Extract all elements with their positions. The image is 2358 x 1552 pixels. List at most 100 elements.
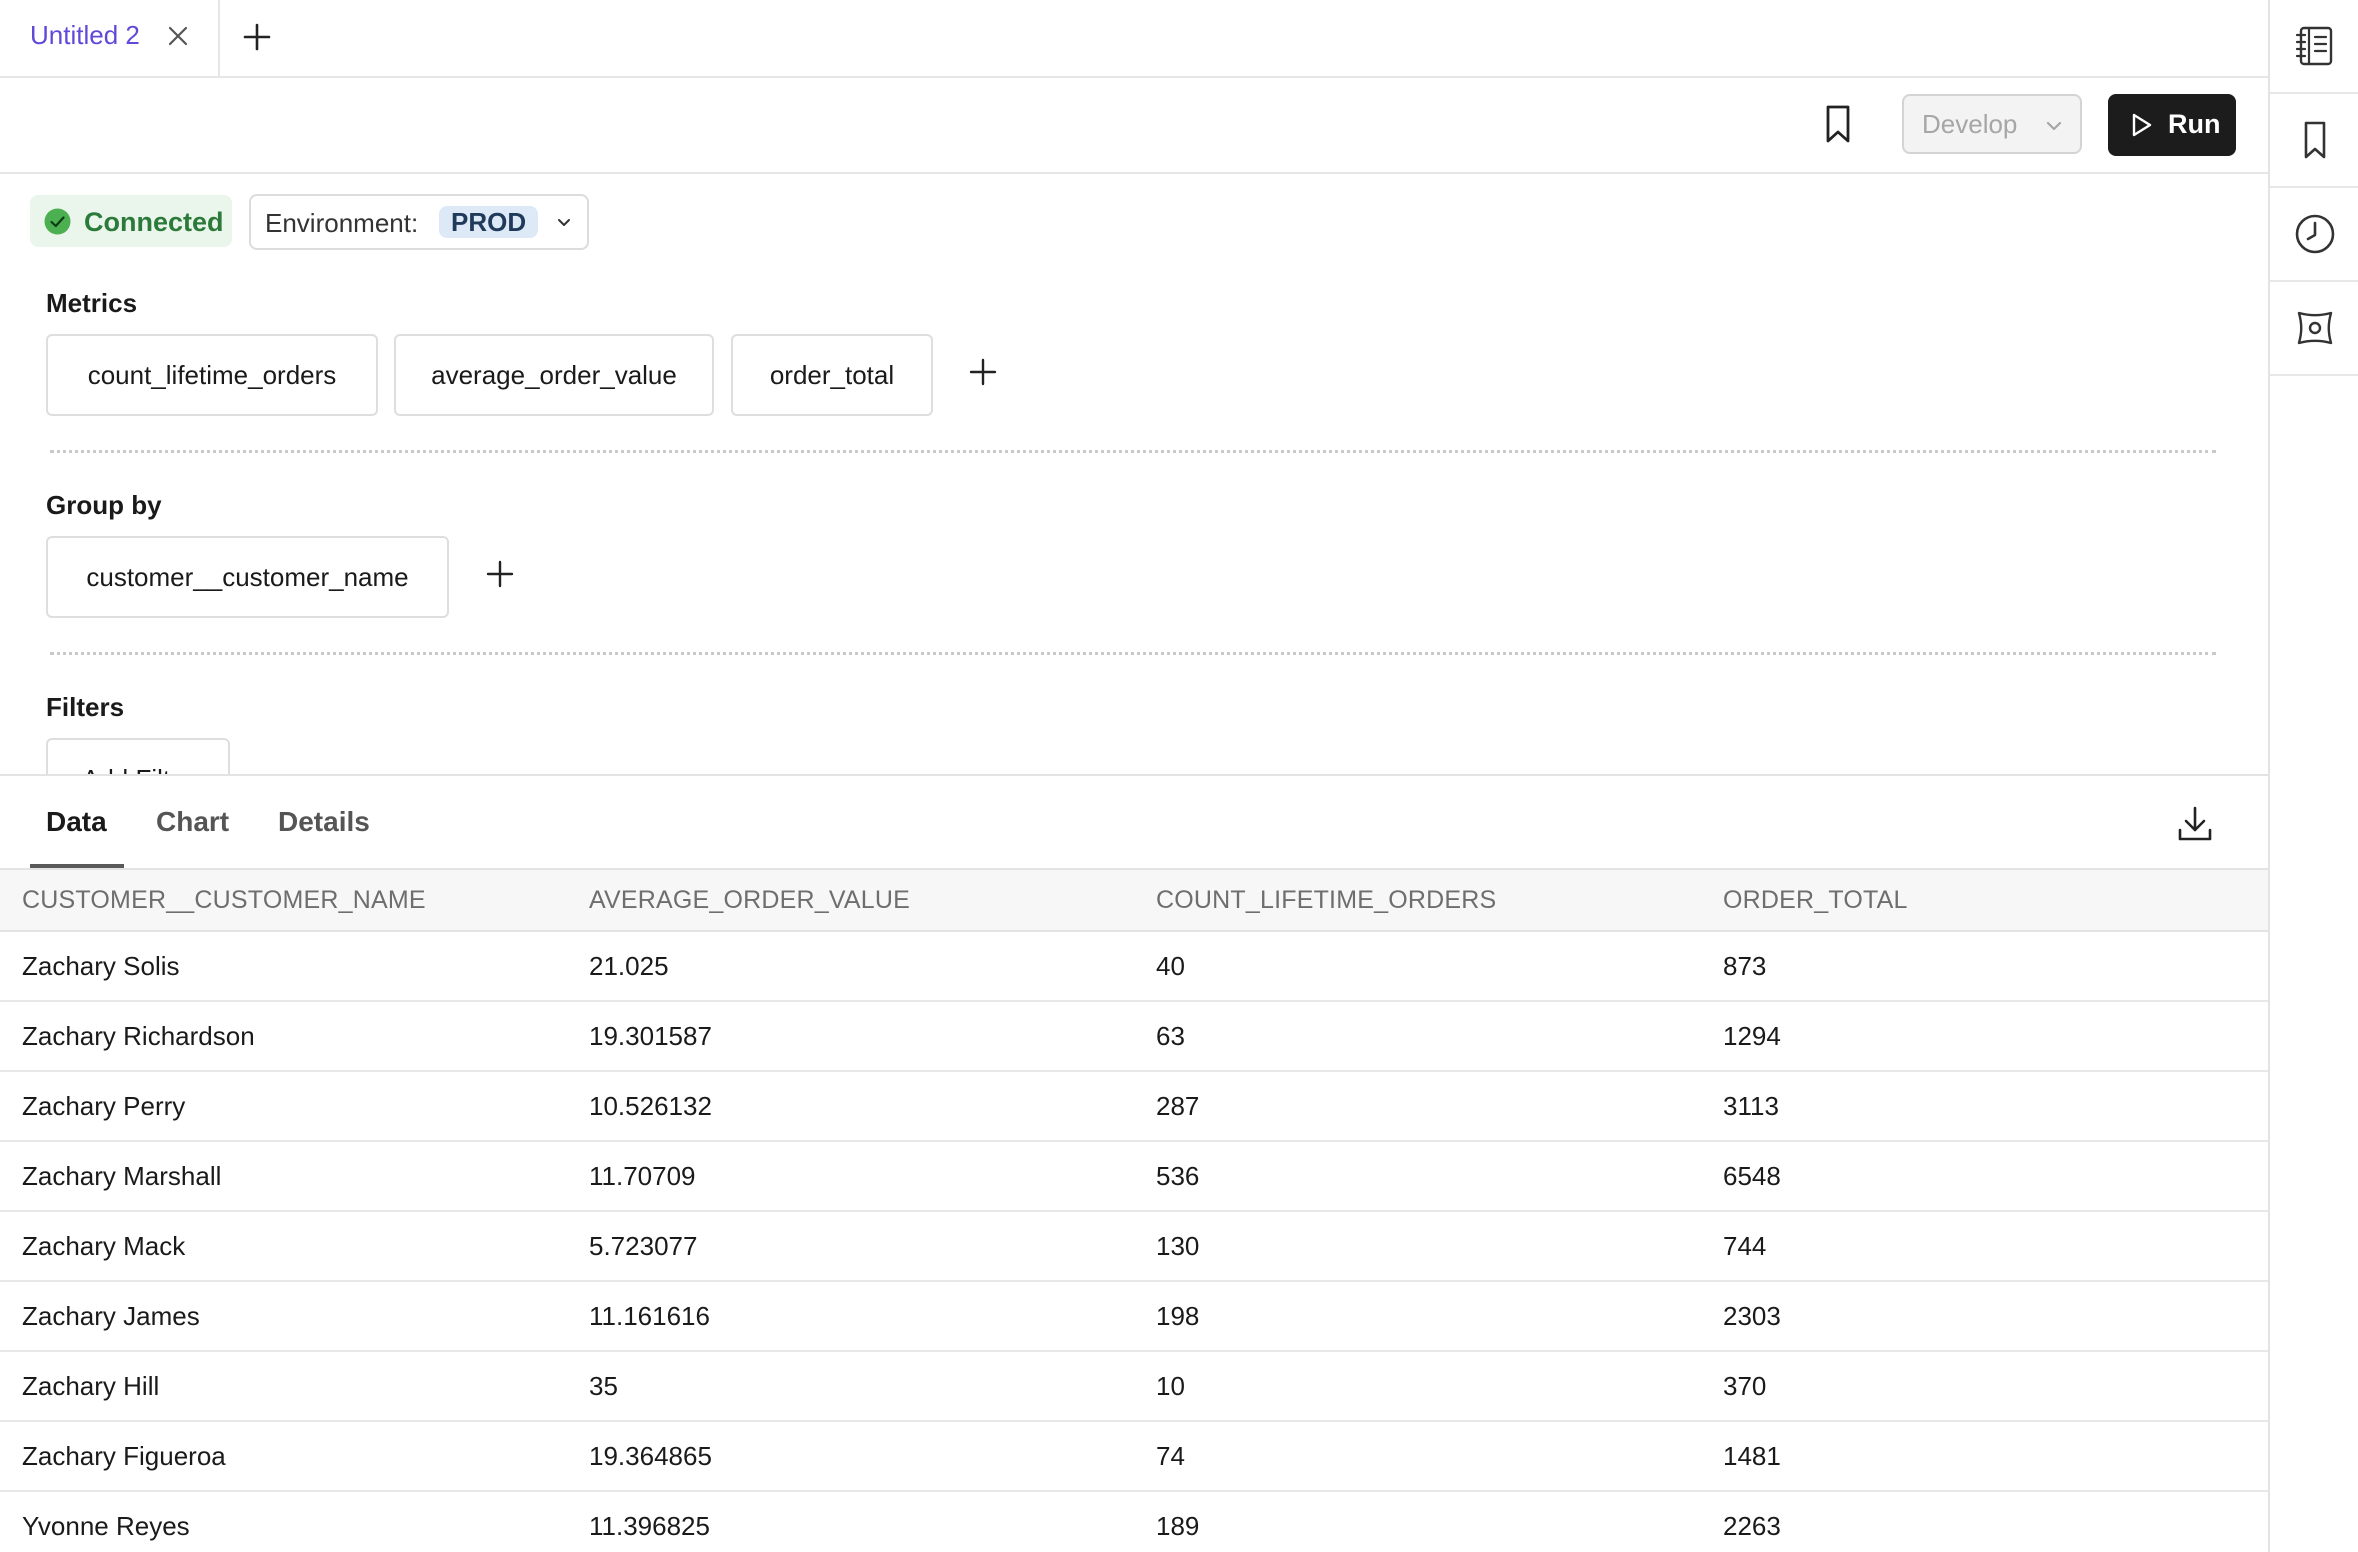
close-icon[interactable] — [166, 24, 190, 48]
plus-icon — [243, 23, 271, 51]
results-table: CUSTOMER__CUSTOMER_NAME AVERAGE_ORDER_VA… — [0, 870, 2268, 1552]
plus-icon — [486, 560, 514, 588]
cell-customer-name: Zachary Perry — [0, 1071, 567, 1142]
cell-order-total: 744 — [1701, 1211, 2268, 1282]
cell-average-order-value: 35 — [567, 1351, 1134, 1422]
chevron-down-icon — [555, 214, 573, 232]
column-header[interactable]: ORDER_TOTAL — [1701, 870, 2268, 932]
column-header[interactable]: COUNT_LIFETIME_ORDERS — [1134, 870, 1701, 932]
cell-average-order-value: 11.70709 — [567, 1141, 1134, 1212]
cell-order-total: 873 — [1701, 931, 2268, 1002]
plus-icon — [969, 358, 997, 386]
bookmark-button[interactable] — [1820, 102, 1856, 146]
download-button[interactable] — [2176, 804, 2214, 844]
history-icon — [2295, 214, 2335, 254]
group-by-chip-customer-name[interactable]: customer__customer_name — [46, 536, 449, 618]
cell-order-total: 370 — [1701, 1351, 2268, 1422]
tab-untitled-2[interactable]: Untitled 2 — [0, 0, 220, 76]
active-tab-indicator — [30, 864, 124, 868]
cell-count-lifetime-orders: 63 — [1134, 1001, 1701, 1072]
chevron-down-icon — [2044, 116, 2064, 136]
tab-chart[interactable]: Chart — [156, 806, 229, 838]
cell-customer-name: Zachary Hill — [0, 1351, 567, 1422]
download-icon — [2178, 806, 2212, 841]
cell-customer-name: Zachary Solis — [0, 931, 567, 1002]
environment-value-badge: PROD — [439, 206, 539, 238]
tab-data[interactable]: Data — [46, 806, 107, 838]
cell-count-lifetime-orders: 198 — [1134, 1281, 1701, 1352]
bookmark-icon — [1826, 105, 1850, 143]
cell-count-lifetime-orders: 40 — [1134, 931, 1701, 1002]
table-row: Zachary Perry 10.526132 287 3113 — [0, 1071, 2268, 1142]
cell-customer-name: Zachary James — [0, 1281, 567, 1352]
add-group-by-button[interactable] — [484, 558, 516, 590]
query-builder: Connected Environment: PROD Metrics coun… — [0, 174, 2268, 774]
rail-button-integration[interactable] — [2270, 282, 2358, 376]
rail-button-bookmarks[interactable] — [2270, 94, 2358, 188]
notebook-icon — [2295, 26, 2333, 66]
cell-average-order-value: 5.723077 — [567, 1211, 1134, 1282]
cell-count-lifetime-orders: 10 — [1134, 1351, 1701, 1422]
filters-title: Filters — [46, 692, 125, 722]
run-button[interactable]: Run — [2108, 94, 2236, 156]
cell-count-lifetime-orders: 130 — [1134, 1211, 1701, 1282]
cell-order-total: 3113 — [1701, 1071, 2268, 1142]
develop-label: Develop — [1922, 108, 2018, 139]
metric-chip-average-order-value[interactable]: average_order_value — [394, 334, 714, 416]
metric-chip-order-total[interactable]: order_total — [731, 334, 933, 416]
table-row: Zachary Richardson 19.301587 63 1294 — [0, 1001, 2268, 1072]
cell-order-total: 1294 — [1701, 1001, 2268, 1072]
add-metric-button[interactable] — [967, 356, 999, 388]
main-area: Untitled 2 Develop Run Connected Environ… — [0, 0, 2268, 1552]
cell-count-lifetime-orders: 74 — [1134, 1421, 1701, 1492]
environment-label: Environment: — [265, 208, 419, 238]
table-row: Yvonne Reyes 11.396825 189 2263 — [0, 1491, 2268, 1552]
column-header[interactable]: AVERAGE_ORDER_VALUE — [567, 870, 1134, 932]
environment-select[interactable]: Environment: PROD — [249, 194, 589, 250]
run-label: Run — [2168, 109, 2221, 139]
new-tab-button[interactable] — [241, 21, 273, 53]
section-divider — [50, 652, 2216, 655]
table-header-row: CUSTOMER__CUSTOMER_NAME AVERAGE_ORDER_VA… — [0, 870, 2268, 932]
integration-icon — [2297, 311, 2333, 345]
table-row: Zachary Marshall 11.70709 536 6548 — [0, 1141, 2268, 1212]
connection-status-text: Connected — [84, 207, 224, 237]
cell-average-order-value: 19.364865 — [567, 1421, 1134, 1492]
play-icon — [2128, 112, 2154, 138]
cell-order-total: 2303 — [1701, 1281, 2268, 1352]
column-header[interactable]: CUSTOMER__CUSTOMER_NAME — [0, 870, 567, 932]
cell-count-lifetime-orders: 189 — [1134, 1491, 1701, 1552]
cell-order-total: 2263 — [1701, 1491, 2268, 1552]
tab-details[interactable]: Details — [278, 806, 370, 838]
table-row: Zachary Hill 35 10 370 — [0, 1351, 2268, 1422]
results-panel: Data Chart Details CUSTOMER__CUSTOMER_NA… — [0, 774, 2268, 1552]
cell-average-order-value: 19.301587 — [567, 1001, 1134, 1072]
cell-order-total: 6548 — [1701, 1141, 2268, 1212]
cell-average-order-value: 11.396825 — [567, 1491, 1134, 1552]
section-divider — [50, 450, 2216, 453]
table-row: Zachary Solis 21.025 40 873 — [0, 931, 2268, 1002]
check-circle-icon — [44, 208, 71, 235]
tab-bar: Untitled 2 — [0, 0, 2268, 78]
query-toolbar: Develop Run — [0, 78, 2268, 174]
cell-average-order-value: 11.161616 — [567, 1281, 1134, 1352]
cell-customer-name: Zachary Mack — [0, 1211, 567, 1282]
results-tab-bar: Data Chart Details — [0, 776, 2268, 870]
cell-customer-name: Zachary Figueroa — [0, 1421, 567, 1492]
cell-customer-name: Yvonne Reyes — [0, 1491, 567, 1552]
table-row: Zachary Figueroa 19.364865 74 1481 — [0, 1421, 2268, 1492]
group-by-title: Group by — [46, 490, 162, 520]
add-filter-button[interactable]: Add Filter — [46, 738, 230, 774]
table-row: Zachary Mack 5.723077 130 744 — [0, 1211, 2268, 1282]
cell-order-total: 1481 — [1701, 1421, 2268, 1492]
metrics-title: Metrics — [46, 288, 138, 318]
develop-dropdown[interactable]: Develop — [1902, 94, 2082, 154]
rail-button-history[interactable] — [2270, 188, 2358, 282]
table-row: Zachary James 11.161616 198 2303 — [0, 1281, 2268, 1352]
metric-chip-count-lifetime-orders[interactable]: count_lifetime_orders — [46, 334, 378, 416]
cell-count-lifetime-orders: 287 — [1134, 1071, 1701, 1142]
rail-button-notebook[interactable] — [2270, 0, 2358, 94]
connection-status-badge: Connected — [30, 195, 232, 247]
bookmark-icon — [2304, 121, 2326, 159]
cell-customer-name: Zachary Marshall — [0, 1141, 567, 1212]
